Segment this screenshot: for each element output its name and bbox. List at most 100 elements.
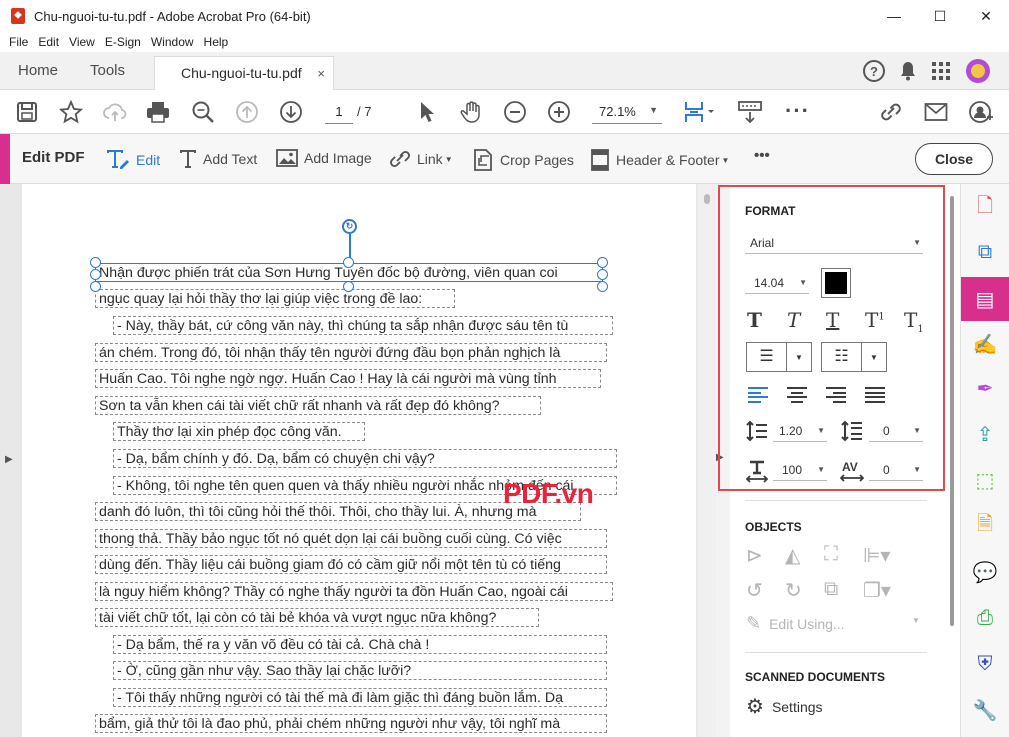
avatar[interactable] xyxy=(965,58,991,84)
protect-icon[interactable]: ⛨ xyxy=(973,652,997,676)
combine-files-icon[interactable]: ⧉ xyxy=(973,240,997,264)
resize-handle[interactable] xyxy=(343,257,354,268)
zoom-select[interactable]: 72.1% ▼ xyxy=(592,100,662,124)
resize-handle[interactable] xyxy=(90,281,101,292)
more-tools-icon[interactable]: ··· xyxy=(785,98,810,123)
resize-handle[interactable] xyxy=(343,281,354,292)
email-icon[interactable] xyxy=(924,100,948,124)
add-image-button[interactable]: Add Image xyxy=(276,149,372,167)
text-line[interactable]: dùng đến. Thầy liệu cái buồng giam đó có… xyxy=(95,555,607,574)
panel-divider xyxy=(745,652,927,653)
add-text-button[interactable]: Add Text xyxy=(179,149,257,169)
share-link-icon[interactable] xyxy=(878,100,904,124)
request-sign-icon[interactable]: ✍ xyxy=(973,332,998,356)
minimize-button[interactable]: — xyxy=(871,0,917,32)
hand-tool-icon[interactable] xyxy=(460,100,484,124)
crop-pages-icon xyxy=(474,149,492,171)
text-line[interactable]: - Ờ, cũng gần như vậy. Sao thầy lại chặc… xyxy=(113,661,607,680)
fit-page-icon[interactable] xyxy=(683,100,717,124)
text-line[interactable]: tài viết chữ tốt, lại còn có tài bẻ khóa… xyxy=(95,608,539,627)
bell-icon[interactable] xyxy=(899,61,917,81)
resize-handle[interactable] xyxy=(597,257,608,268)
text-line[interactable]: bẩm, giả thử tôi là đao phủ, phải chém n… xyxy=(95,714,607,733)
zoom-out-icon[interactable] xyxy=(503,100,527,124)
text-line[interactable]: - Này, thầy bát, cứ công văn này, thì ch… xyxy=(113,316,613,335)
crop-image-icon: ⛶ xyxy=(824,543,838,565)
comment-icon[interactable]: 💬 xyxy=(973,560,998,584)
export-pdf-icon[interactable]: ⇪ xyxy=(973,422,997,446)
text-line[interactable]: - Dạ, bẩm chính y đó. Dạ, bẩm có chuyện … xyxy=(113,449,617,468)
print-production-icon[interactable]: ⎙ xyxy=(973,606,997,630)
text-line[interactable]: - Tôi thấy những người có tài thế mà đi … xyxy=(113,688,607,707)
text-line[interactable]: Huấn Cao. Tôi nghe ngờ ngợ. Huấn Cao ! H… xyxy=(95,369,601,388)
acrobat-icon: ⯁ xyxy=(11,8,25,24)
menu-view[interactable]: View xyxy=(69,35,95,49)
zoom-search-icon[interactable] xyxy=(191,100,215,124)
gear-icon: ⚙ xyxy=(746,696,764,718)
text-line[interactable]: Sơn ta vẫn khen cái tài viết chữ rất nha… xyxy=(95,396,541,415)
rotate-right-icon: ↻ xyxy=(785,580,802,602)
tab-document[interactable]: Chu-nguoi-tu-tu.pdf × xyxy=(154,56,334,91)
format-highlight-box xyxy=(718,185,945,491)
print-icon[interactable] xyxy=(146,100,170,124)
page-down-icon[interactable] xyxy=(279,100,303,124)
left-panel-toggle-icon[interactable]: ▶ xyxy=(5,454,13,465)
page-up-icon xyxy=(236,101,258,123)
text-line[interactable]: Thầy thơ lại xin phép đọc công văn. xyxy=(113,422,365,441)
zoom-in-icon[interactable] xyxy=(547,100,571,124)
close-edit-button[interactable]: Close xyxy=(915,143,993,175)
text-line[interactable]: ngục quay lại hỏi thầy thơ lại giúp việc… xyxy=(95,289,455,308)
save-icon[interactable] xyxy=(16,100,38,124)
menu-edit[interactable]: Edit xyxy=(38,35,59,49)
header-footer-label: Header & Footer xyxy=(616,152,720,168)
replace-image-icon: ⧉ xyxy=(824,578,839,600)
select-cursor-icon[interactable] xyxy=(418,100,436,124)
close-window-button[interactable]: ✕ xyxy=(963,0,1009,32)
text-line[interactable]: án chém. Trong đó, tôi nhận thấy tên ngư… xyxy=(95,343,607,362)
menu-esign[interactable]: E-Sign xyxy=(105,35,141,49)
settings-button[interactable]: ⚙ Settings xyxy=(746,694,823,719)
menu-file[interactable]: File xyxy=(9,35,28,49)
resize-handle[interactable] xyxy=(597,281,608,292)
resize-handle[interactable] xyxy=(597,269,608,280)
header-footer-button[interactable]: Header & Footer ▼ xyxy=(590,149,729,171)
panel-scrollbar[interactable] xyxy=(950,196,954,626)
create-pdf-icon[interactable]: 🗋 xyxy=(973,195,997,220)
resize-handle[interactable] xyxy=(90,257,101,268)
link-button[interactable]: Link ▼ xyxy=(389,149,453,169)
tab-home[interactable]: Home xyxy=(18,62,58,79)
scan-ocr-icon[interactable]: 🗎 xyxy=(973,513,997,538)
resize-handle[interactable] xyxy=(90,269,101,280)
maximize-button[interactable]: ☐ xyxy=(917,0,963,32)
page-number-input[interactable]: 1 xyxy=(325,100,353,124)
text-line[interactable]: - Dạ bẩm, thế ra y văn võ đều có tài cả.… xyxy=(113,635,607,654)
apps-grid-icon[interactable] xyxy=(931,61,951,81)
document-scrollbar[interactable] xyxy=(698,184,716,737)
star-icon[interactable] xyxy=(59,100,83,124)
window-controls: — ☐ ✕ xyxy=(871,0,1009,32)
title-bar: ⯁ Chu-nguoi-tu-tu.pdf - Adobe Acrobat Pr… xyxy=(0,0,1009,32)
more-options-icon[interactable]: ••• xyxy=(754,147,770,164)
text-line[interactable]: thong thả. Thầy bảo ngục tốt nó quét dọn… xyxy=(95,529,607,548)
pencil-icon: ✎ xyxy=(746,613,762,633)
main-toolbar: ··· xyxy=(0,90,1009,134)
add-user-icon[interactable] xyxy=(968,100,994,124)
add-image-label: Add Image xyxy=(304,150,372,166)
help-icon[interactable]: ? xyxy=(863,60,885,82)
menu-window[interactable]: Window xyxy=(151,35,194,49)
text-line[interactable]: là nguy hiểm không? Thầy có nghe thấy ng… xyxy=(95,582,613,601)
rotate-handle-icon[interactable]: ↻ xyxy=(342,219,357,234)
more-tools-wrench-icon[interactable]: 🔧 xyxy=(973,698,998,722)
menu-help[interactable]: Help xyxy=(204,35,229,49)
edit-pdf-icon[interactable]: ▤ xyxy=(973,287,997,311)
fill-sign-icon[interactable]: ✒ xyxy=(973,376,997,400)
page-total: / 7 xyxy=(357,104,372,119)
crop-pages-button[interactable]: Crop Pages xyxy=(472,149,574,171)
tab-close-icon[interactable]: × xyxy=(317,66,325,81)
panel-divider xyxy=(745,500,927,501)
crop-pages-label: Crop Pages xyxy=(500,152,574,168)
tab-tools[interactable]: Tools xyxy=(90,62,125,79)
edit-button[interactable]: Edit xyxy=(106,149,160,171)
scroll-mode-icon[interactable] xyxy=(737,100,763,124)
organize-pages-icon[interactable]: ⬚ xyxy=(973,468,997,492)
